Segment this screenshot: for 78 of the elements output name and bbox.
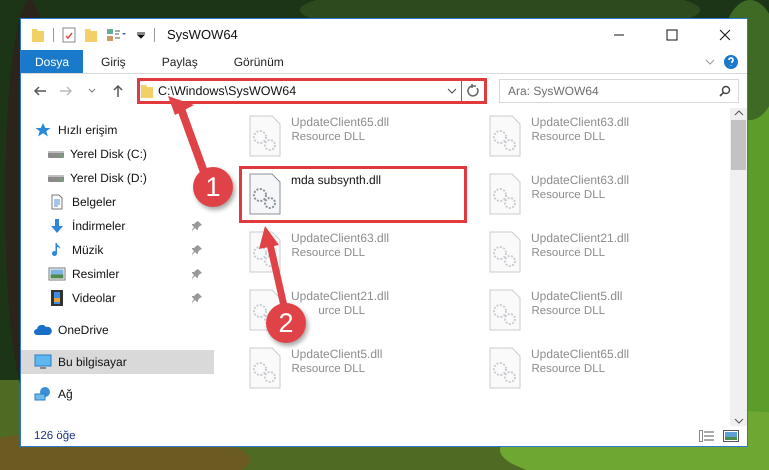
sidebar-item[interactable]: Videolar [21, 286, 214, 310]
scroll-up-icon [734, 108, 744, 118]
refresh-icon[interactable] [466, 84, 480, 98]
star-icon [34, 122, 52, 138]
up-arrow-icon [112, 84, 124, 98]
network-globe-icon [34, 386, 52, 402]
file-type: urce DLL [317, 305, 365, 317]
chevron-down-icon [88, 88, 96, 94]
file-name: UpdateClient21.dll [531, 231, 630, 245]
scrollbar-thumb[interactable] [731, 120, 746, 170]
file-name: mda subsynth.dll [291, 173, 382, 187]
gear-file-icon [489, 173, 521, 215]
gear-file-icon [249, 115, 281, 157]
file-type: Resource DLL [531, 131, 605, 143]
file-name: UpdateClient63.dll [531, 173, 630, 187]
ribbon-tab[interactable]: Görünüm [216, 50, 302, 73]
sidebar-item[interactable]: Resimler [21, 262, 214, 286]
cloud-icon [34, 322, 52, 338]
ribbon-tab[interactable]: Giriş [83, 50, 144, 73]
drive-icon [48, 150, 64, 158]
file-type: Resource DLL [531, 247, 605, 259]
file-type: Resource DLL [531, 189, 605, 201]
gear-file-icon [249, 347, 281, 389]
large-icons-view-icon[interactable] [723, 430, 739, 442]
sidebar-item[interactable]: Bu bilgisayar [21, 350, 214, 374]
file-item[interactable]: mda subsynth.dll [239, 166, 467, 223]
file-name: UpdateClient63.dll [291, 231, 390, 245]
customize-toolbar-icon[interactable] [136, 30, 146, 40]
file-type: Resource DLL [291, 131, 365, 143]
sidebar-item[interactable]: Müzik [21, 238, 214, 262]
sidebar-item[interactable]: Yerel Disk (D:) [21, 166, 151, 190]
help-icon[interactable] [723, 54, 739, 70]
gear-file-icon [249, 173, 281, 215]
sidebar-item[interactable]: OneDrive [21, 318, 113, 342]
sidebar-item[interactable]: Yerel Disk (C:) [21, 142, 151, 166]
back-arrow-icon [33, 85, 47, 97]
file-name: UpdateClient63.dll [531, 115, 630, 129]
download-arrow-icon [48, 218, 66, 234]
file-name: UpdateClient65.dll [531, 347, 630, 361]
folder-icon [140, 84, 154, 98]
file-name: UpdateClient65.dll [291, 115, 390, 129]
sidebar-item[interactable]: İndirmeler [21, 214, 214, 238]
expand-ribbon-icon[interactable] [705, 58, 715, 64]
close-icon [718, 28, 730, 40]
scrollbar[interactable] [730, 108, 747, 426]
film-icon [48, 290, 66, 306]
file-type: Resource DLL [531, 305, 605, 317]
properties-icon[interactable] [106, 26, 128, 42]
folder-icon [31, 28, 45, 42]
image-icon [48, 266, 66, 282]
gear-file-icon [489, 347, 521, 389]
file-type: Resource DLL [531, 363, 605, 375]
checklist-icon[interactable] [62, 26, 76, 42]
maximize-icon [666, 28, 678, 40]
file-type: Resource DLL [291, 247, 365, 259]
sidebar-item[interactable]: Belgeler [21, 190, 120, 214]
address-bar[interactable]: C:\Windows\SysWOW64 [137, 78, 487, 104]
search-icon [719, 85, 731, 97]
file-type: Resource DLL [291, 363, 365, 375]
item-count: 126 öğe [34, 430, 77, 442]
sidebar-item[interactable]: Ağ [21, 382, 77, 406]
gear-file-icon [489, 289, 521, 331]
scroll-down-icon [734, 416, 744, 426]
ribbon-tab[interactable]: Dosya [21, 50, 84, 73]
forward-arrow-icon [59, 85, 73, 97]
search-field[interactable]: Ara: SysWOW64 [499, 79, 739, 103]
monitor-icon [34, 354, 52, 370]
gear-file-icon [489, 231, 521, 273]
window-title: SysWOW64 [167, 27, 239, 42]
drive-icon [48, 174, 64, 182]
file-name: UpdateClient5.dll [531, 289, 622, 303]
file-name: UpdateClient21.dll [291, 289, 390, 303]
chevron-down-icon[interactable] [447, 88, 457, 94]
gear-file-icon [489, 115, 521, 157]
ribbon-tab[interactable]: Paylaş [144, 50, 216, 73]
file-name: UpdateClient5.dll [291, 347, 382, 361]
sidebar-item[interactable]: Hızlı erişim [21, 118, 122, 142]
details-view-icon[interactable] [699, 430, 715, 442]
